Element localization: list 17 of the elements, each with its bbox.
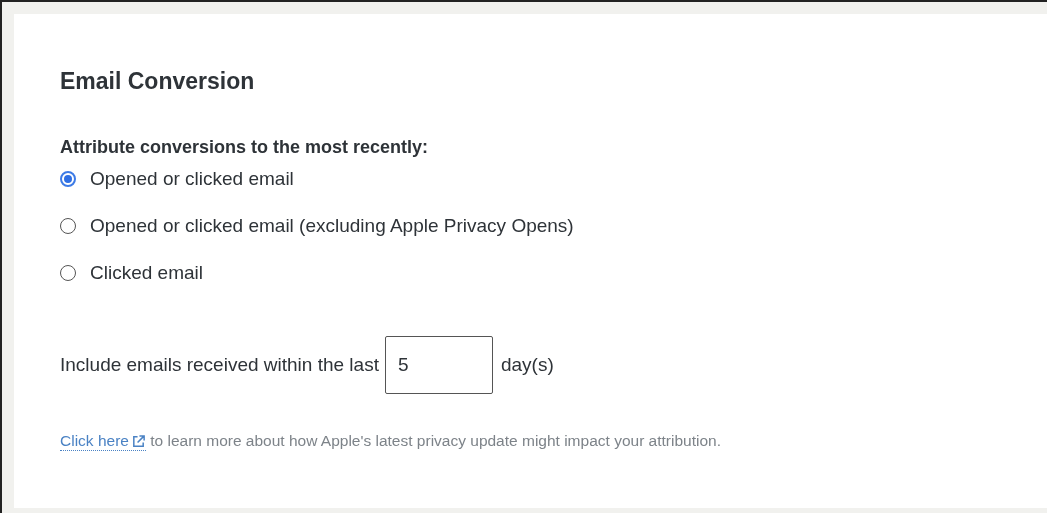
option-label: Opened or clicked email (excluding Apple Privacy Opens) [90,215,574,237]
radio-option[interactable]: Opened or clicked email (excluding Apple Privacy Opens) [60,215,1047,237]
field-label: Include emails received within the last [60,354,379,376]
option-label: Clicked email [90,262,203,284]
radio-option[interactable]: Clicked email [60,262,1047,284]
option-label: Opened or clicked email [90,168,294,190]
radio-button[interactable] [60,265,76,281]
unit-label: day(s) [500,354,554,376]
section-title: Email Conversion [60,68,256,95]
info-text: Click here to learn more about how Apple's latest privacy update might impact your attribution. [60,432,722,451]
attribution-label: Attribute conversions to the most recently: [60,137,430,158]
radio-button[interactable] [60,171,76,187]
external-link-icon [130,433,146,449]
radio-option[interactable]: Opened or clicked email [60,168,1047,190]
learn-more-link[interactable]: Click here [60,432,146,451]
radio-button[interactable] [60,218,76,234]
days-input[interactable]: 5 [384,336,493,394]
